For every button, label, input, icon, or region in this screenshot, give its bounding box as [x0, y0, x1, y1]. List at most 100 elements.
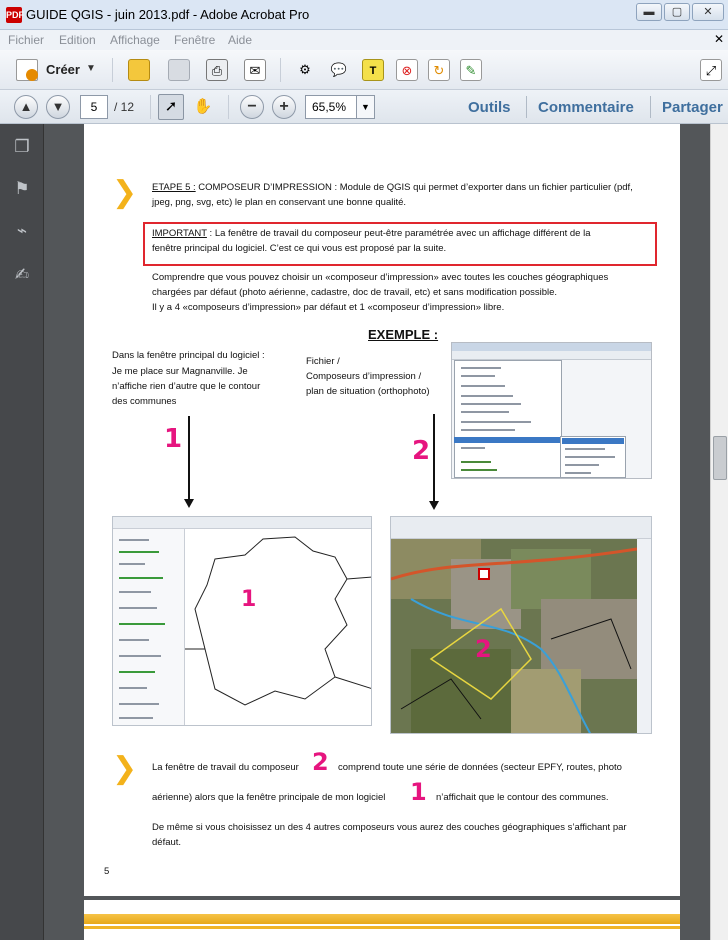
zoom-input[interactable]: 65,5% [305, 95, 357, 119]
arrow-down-2 [433, 414, 435, 502]
example-title: EXEMPLE : [368, 327, 439, 342]
menu-line [461, 403, 521, 405]
export-icon[interactable]: ↻ [428, 59, 450, 81]
hand-tool-icon[interactable]: ✋ [190, 94, 216, 120]
bookmark-icon[interactable]: ⚑ [11, 178, 33, 200]
menu-line [565, 448, 605, 450]
attachment-icon[interactable]: ⌁ [11, 220, 33, 242]
share-pane-button[interactable]: Partager [662, 99, 723, 116]
screenshot-layer-tree [113, 529, 185, 725]
edit-icon[interactable]: ✎ [460, 59, 482, 81]
left-caption-line: n’affiche rien d’autre que le contour [112, 381, 261, 392]
important-line1: IMPORTANT : La fenêtre de travail du com… [152, 226, 652, 241]
menu-line [461, 469, 497, 471]
screenshot-titlebar [452, 343, 651, 351]
menu-aide[interactable]: Aide [228, 33, 252, 47]
menu-edition[interactable]: Edition [59, 33, 96, 47]
highlight-icon[interactable]: T [362, 59, 384, 81]
tree-line [119, 655, 161, 657]
zoom-dropdown-icon[interactable]: ▼ [357, 95, 375, 119]
para2-part-b: comprend toute une série de données (sec… [338, 762, 622, 773]
open-folder-icon[interactable] [128, 59, 150, 81]
big-number-2: 2 [412, 436, 431, 466]
map2-number: 2 [475, 635, 492, 663]
pdf-page: ❯ ETAPE 5 : COMPOSEUR D’IMPRESSION : Mod… [84, 124, 680, 896]
menu-fichier[interactable]: Fichier [8, 33, 44, 47]
page-thumbnails-icon[interactable]: ❐ [11, 136, 33, 158]
right-caption-line: Fichier / [306, 356, 340, 367]
sign-icon[interactable]: ⊗ [396, 59, 418, 81]
previous-page-button[interactable]: ▲ [14, 95, 38, 119]
screenshot-toolbar [113, 517, 371, 529]
important-label: IMPORTANT [152, 228, 207, 239]
screenshot-menubar [452, 351, 651, 360]
create-button[interactable]: Créer ▼ [12, 58, 102, 82]
navigation-toolbar: ▲ ▼ 5 / 12 ➚ ✋ − + 65,5% ▼ Outils Commen… [0, 90, 728, 124]
menu-fenetre[interactable]: Fenêtre [174, 33, 215, 47]
header-band [84, 926, 680, 929]
big-number-1: 1 [164, 424, 183, 454]
tree-line [119, 551, 159, 553]
maximize-button[interactable]: ▢ [664, 3, 690, 21]
tools-pane-button[interactable]: Outils [468, 99, 511, 116]
menu-line [565, 472, 591, 474]
email-icon[interactable]: ✉ [244, 59, 266, 81]
para1-line1: Comprendre que vous pouvez choisir un «c… [152, 272, 609, 283]
separator [150, 95, 151, 119]
close-document-icon[interactable]: ✕ [714, 32, 724, 46]
window-title: GUIDE QGIS - juin 2013.pdf - Adobe Acrob… [26, 7, 310, 22]
document-view[interactable]: ❯ ETAPE 5 : COMPOSEUR D’IMPRESSION : Mod… [44, 124, 710, 940]
menu-line [461, 375, 495, 377]
zoom-out-button[interactable]: − [240, 95, 264, 119]
scrollbar-thumb[interactable] [713, 436, 727, 480]
menu-line [461, 411, 509, 413]
separator [526, 96, 527, 118]
tree-line [119, 591, 151, 593]
tree-line [119, 563, 145, 565]
tree-line [119, 539, 149, 541]
save-icon[interactable] [168, 59, 190, 81]
chevron-right-icon: ❯ [112, 752, 138, 785]
signature-icon[interactable]: ✍ [11, 264, 33, 286]
separator [112, 58, 113, 82]
step5-heading: ETAPE 5 : COMPOSEUR D’IMPRESSION : Modul… [152, 180, 662, 195]
tree-line [119, 687, 147, 689]
para1-line2: chargées par défaut (photo aérienne, cad… [152, 287, 558, 298]
print-icon[interactable]: ⎙ [206, 59, 228, 81]
qgis-main-window-screenshot: 1 [112, 516, 372, 726]
comment-icon[interactable]: 💬 [328, 59, 350, 81]
header-band [84, 914, 680, 924]
right-caption-line: plan de situation (orthophoto) [306, 386, 430, 397]
step5-label: ETAPE 5 : [152, 182, 196, 193]
select-tool-icon[interactable]: ➚ [158, 94, 184, 120]
menu-affichage[interactable]: Affichage [110, 33, 160, 47]
para2-part-d: n’affichait que le contour des communes. [436, 792, 609, 803]
qgis-menu-screenshot [451, 342, 652, 479]
next-page-button[interactable]: ▼ [46, 95, 70, 119]
orthophoto-map [391, 539, 637, 733]
minimize-button[interactable]: ▬ [636, 3, 662, 21]
commune-outline-map [185, 536, 371, 706]
highlighted-menu-item [454, 437, 560, 443]
expand-icon[interactable]: ⤢ [700, 59, 722, 81]
menu-line [461, 421, 531, 423]
settings-icon[interactable]: ⚙ [294, 59, 316, 81]
menu-bar: Fichier Edition Affichage Fenêtre Aide ✕ [0, 30, 728, 50]
important-line2: fenêtre principal du logiciel. C’est ce … [152, 243, 447, 254]
screenshot-submenu [560, 436, 626, 478]
left-caption-line: Dans la fenêtre principal du logiciel : [112, 350, 265, 361]
next-pdf-page [84, 900, 680, 940]
inline-number-1: 1 [410, 778, 427, 806]
comment-pane-button[interactable]: Commentaire [538, 99, 634, 116]
vertical-scrollbar[interactable] [710, 124, 728, 940]
close-window-button[interactable]: ✕ [692, 3, 724, 21]
composer-window-screenshot: 2 [390, 516, 652, 734]
tree-line [119, 671, 155, 673]
left-caption-line: Je me place sur Magnanville. Je [112, 366, 248, 377]
zoom-in-button[interactable]: + [272, 95, 296, 119]
tree-line [119, 623, 165, 625]
page-number-input[interactable]: 5 [80, 95, 108, 119]
chevron-right-icon: ❯ [112, 176, 138, 209]
menu-line [461, 395, 513, 397]
para3-line2: défaut. [152, 837, 182, 848]
